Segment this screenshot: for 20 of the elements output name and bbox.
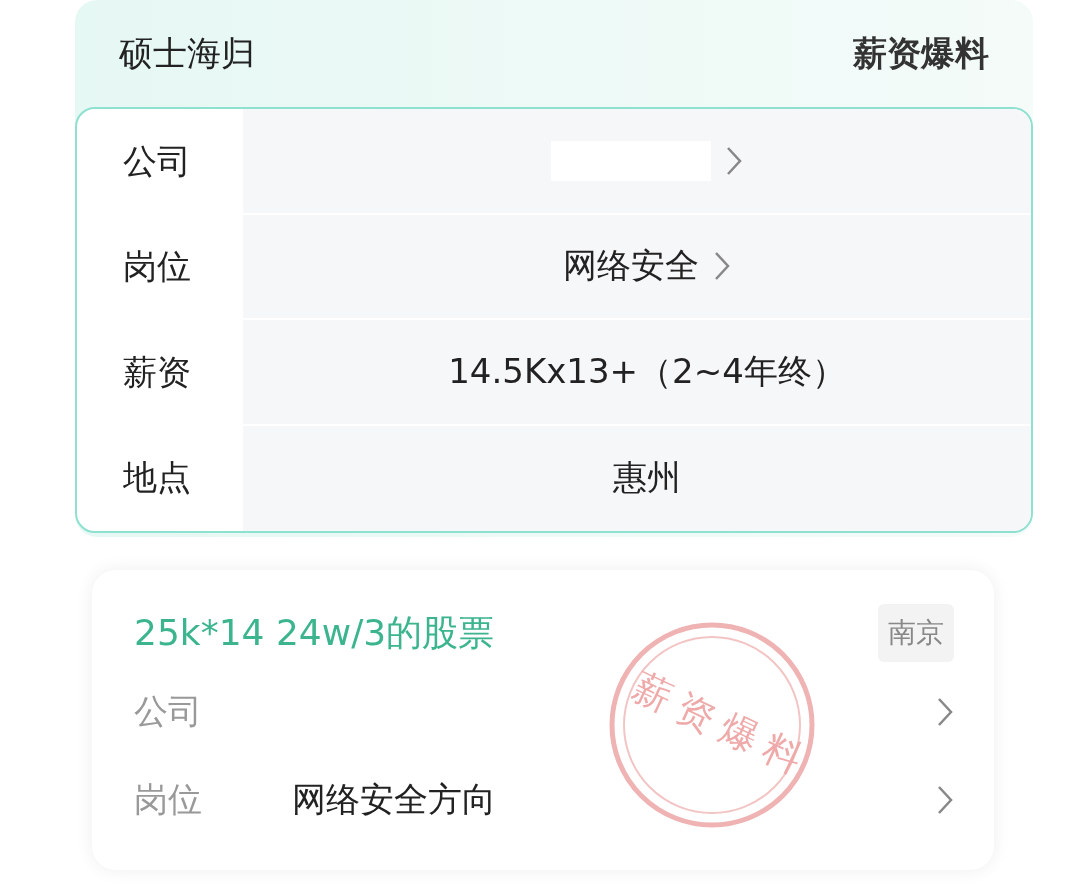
row-value: 14.5Kx13+（2~4年终） (448, 349, 846, 393)
salary-title: 25k*14 24w/3的股票 (134, 610, 495, 655)
chevron-icon[interactable] (725, 145, 743, 176)
row-value: 惠州 (613, 456, 681, 500)
chevron-icon[interactable] (936, 697, 954, 727)
header-action[interactable]: 薪资爆料 (853, 30, 989, 77)
city-tag: 南京 (878, 604, 954, 662)
row-label: 公司 (134, 690, 203, 733)
chevron-icon[interactable] (713, 251, 731, 282)
row-label: 公司 (123, 139, 191, 183)
row-label: 地点 (123, 456, 191, 500)
row-value: 网络安全方向 (292, 778, 496, 821)
post-card[interactable]: 薪资爆料 25k*14 24w/3的股票 南京 公司 岗位 网络安全方向 (92, 570, 994, 870)
header-title: 硕士海归 (119, 31, 255, 75)
stamp-drawing: 薪资爆料 (607, 620, 817, 830)
chevron-icon[interactable] (936, 785, 954, 815)
row-label: 岗位 (123, 245, 191, 289)
row-value: 网络安全 (563, 244, 699, 288)
row-label: 岗位 (134, 778, 203, 821)
row-label: 薪资 (123, 350, 191, 394)
